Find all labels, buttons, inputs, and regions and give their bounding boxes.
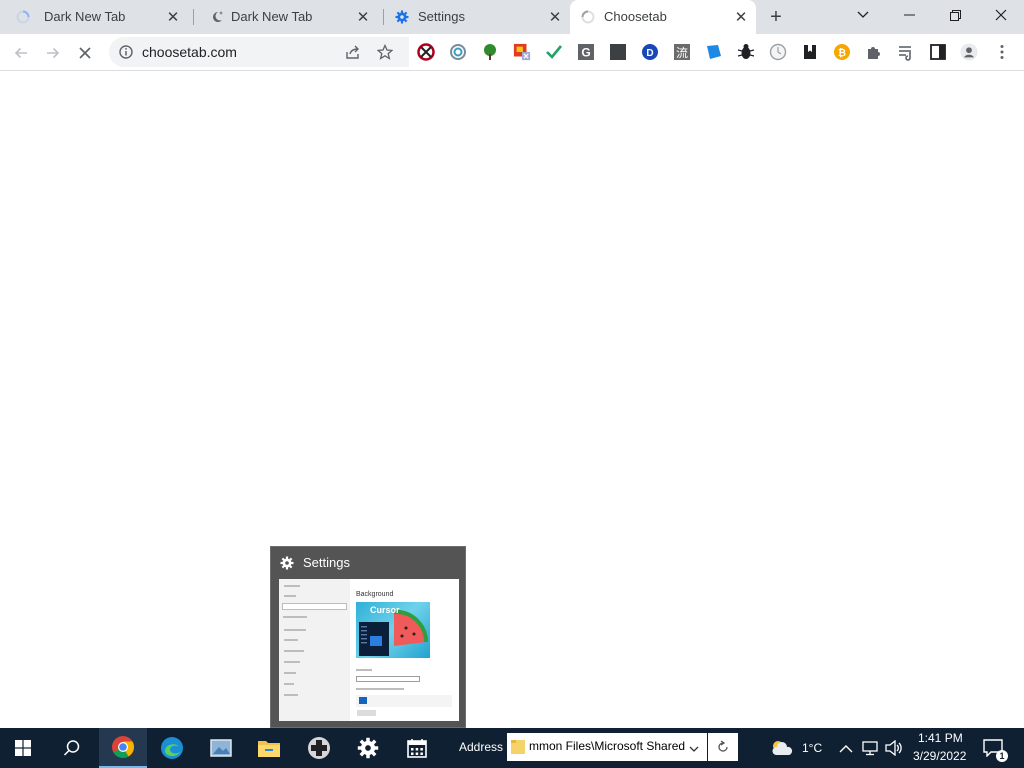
page-content <box>0 71 1024 728</box>
address-toolbar-input[interactable]: mmon Files\Microsoft Shared <box>507 733 707 761</box>
svg-text:D: D <box>646 48 653 59</box>
thumbnail-sidebar <box>279 579 350 721</box>
folder-icon <box>511 739 525 758</box>
svg-text:流: 流 <box>676 46 688 60</box>
media-controls-icon[interactable] <box>897 43 915 61</box>
side-panel-icon[interactable] <box>929 43 947 61</box>
stop-loading-button[interactable] <box>72 40 98 66</box>
profile-avatar-icon[interactable] <box>960 43 978 61</box>
preview-header: Settings <box>271 547 467 577</box>
weather-cloud-icon[interactable] <box>770 739 794 760</box>
close-icon[interactable]: ✕ <box>354 8 372 26</box>
dark-square-extension-icon[interactable] <box>609 43 627 61</box>
gamepad-taskbar-button[interactable] <box>296 728 342 768</box>
blue-tag-extension-icon[interactable] <box>705 43 723 61</box>
svg-text:₿: ₿ <box>838 47 846 59</box>
tree-extension-icon[interactable] <box>481 43 499 61</box>
tab-title: Settings <box>418 9 465 24</box>
restore-button[interactable] <box>932 0 978 30</box>
clock-time[interactable]: 1:41 PM <box>918 731 963 745</box>
site-info-icon[interactable] <box>119 45 133 62</box>
flag-extension-icon[interactable] <box>513 43 531 61</box>
tab-title: Dark New Tab <box>231 9 313 24</box>
gear-icon <box>280 556 294 573</box>
d-extension-icon[interactable]: D <box>641 43 659 61</box>
tab-dark-new-tab-1[interactable]: Dark New Tab ✕ <box>0 0 192 34</box>
start-button[interactable] <box>0 728 46 768</box>
image-viewer-taskbar-button[interactable] <box>198 728 244 768</box>
network-icon[interactable] <box>862 740 880 759</box>
moon-star-icon <box>210 10 224 24</box>
address-value: mmon Files\Microsoft Shared <box>529 739 686 753</box>
chevron-up-icon[interactable] <box>839 742 853 757</box>
settings-thumbnail: Background Cursor <box>279 579 459 721</box>
bookmark-extension-icon[interactable] <box>801 43 819 61</box>
tab-choosetab[interactable]: Choosetab ✕ <box>570 0 756 34</box>
ring-extension-icon[interactable] <box>449 43 467 61</box>
close-icon[interactable]: ✕ <box>732 8 750 26</box>
tab-settings[interactable]: Settings ✕ <box>384 0 570 34</box>
close-icon[interactable]: ✕ <box>546 8 564 26</box>
wallpaper-thumbnail-image: Cursor <box>356 602 430 658</box>
tab-title: Dark New Tab <box>44 9 126 24</box>
back-button[interactable] <box>8 40 34 66</box>
clock-extension-icon[interactable] <box>769 43 787 61</box>
minimize-button[interactable] <box>886 0 932 30</box>
puzzle-extension-icon[interactable] <box>865 43 883 61</box>
blocked-sign-extension-icon[interactable] <box>417 43 435 61</box>
tab-dark-new-tab-2[interactable]: Dark New Tab ✕ <box>194 0 382 34</box>
svg-text:G: G <box>581 46 590 60</box>
share-icon[interactable] <box>345 44 361 63</box>
forward-button[interactable] <box>40 40 66 66</box>
notification-count-badge: 1 <box>996 750 1008 762</box>
g-extension-icon[interactable]: G <box>577 43 595 61</box>
loading-spinner-icon <box>581 10 595 24</box>
bookmark-star-icon[interactable] <box>376 43 394 63</box>
gear-icon <box>395 10 409 24</box>
chevron-down-icon[interactable] <box>689 741 699 756</box>
settings-taskbar-button[interactable] <box>345 728 391 768</box>
chrome-taskbar-button[interactable] <box>99 728 147 768</box>
preview-title: Settings <box>303 555 350 570</box>
close-window-button[interactable] <box>978 0 1024 30</box>
tab-title: Choosetab <box>604 9 667 24</box>
taskbar-window-preview[interactable]: Settings Background Cursor <box>270 546 466 728</box>
kanji-extension-icon[interactable]: 流 <box>673 43 691 61</box>
weather-temperature[interactable]: 1°C <box>802 741 822 755</box>
loading-spinner-icon <box>16 10 30 24</box>
tab-strip: Dark New Tab ✕ Dark New Tab ✕ Settings ✕… <box>0 0 1024 34</box>
checkmark-extension-icon[interactable] <box>545 43 563 61</box>
edge-taskbar-button[interactable] <box>149 728 195 768</box>
bitcoin-extension-icon[interactable]: ₿ <box>833 43 851 61</box>
file-explorer-taskbar-button[interactable] <box>246 728 292 768</box>
tab-search-chevron-icon[interactable] <box>840 0 886 30</box>
thumbnail-image-text: Cursor <box>370 605 400 615</box>
kebab-menu-icon[interactable] <box>993 43 1011 61</box>
bug-extension-icon[interactable] <box>737 43 755 61</box>
calendar-taskbar-button[interactable] <box>394 728 440 768</box>
new-tab-button[interactable]: + <box>765 6 787 28</box>
close-icon[interactable]: ✕ <box>164 8 182 26</box>
thumbnail-heading: Background <box>356 591 394 598</box>
windows-taskbar: Address mmon Files\Microsoft Shared 1°C … <box>0 728 1024 768</box>
url-text[interactable]: choosetab.com <box>142 44 237 60</box>
clock-date[interactable]: 3/29/2022 <box>913 749 966 763</box>
search-button[interactable] <box>49 728 95 768</box>
volume-icon[interactable] <box>885 739 903 759</box>
address-go-button[interactable] <box>708 733 738 761</box>
address-toolbar-label: Address <box>459 740 504 754</box>
